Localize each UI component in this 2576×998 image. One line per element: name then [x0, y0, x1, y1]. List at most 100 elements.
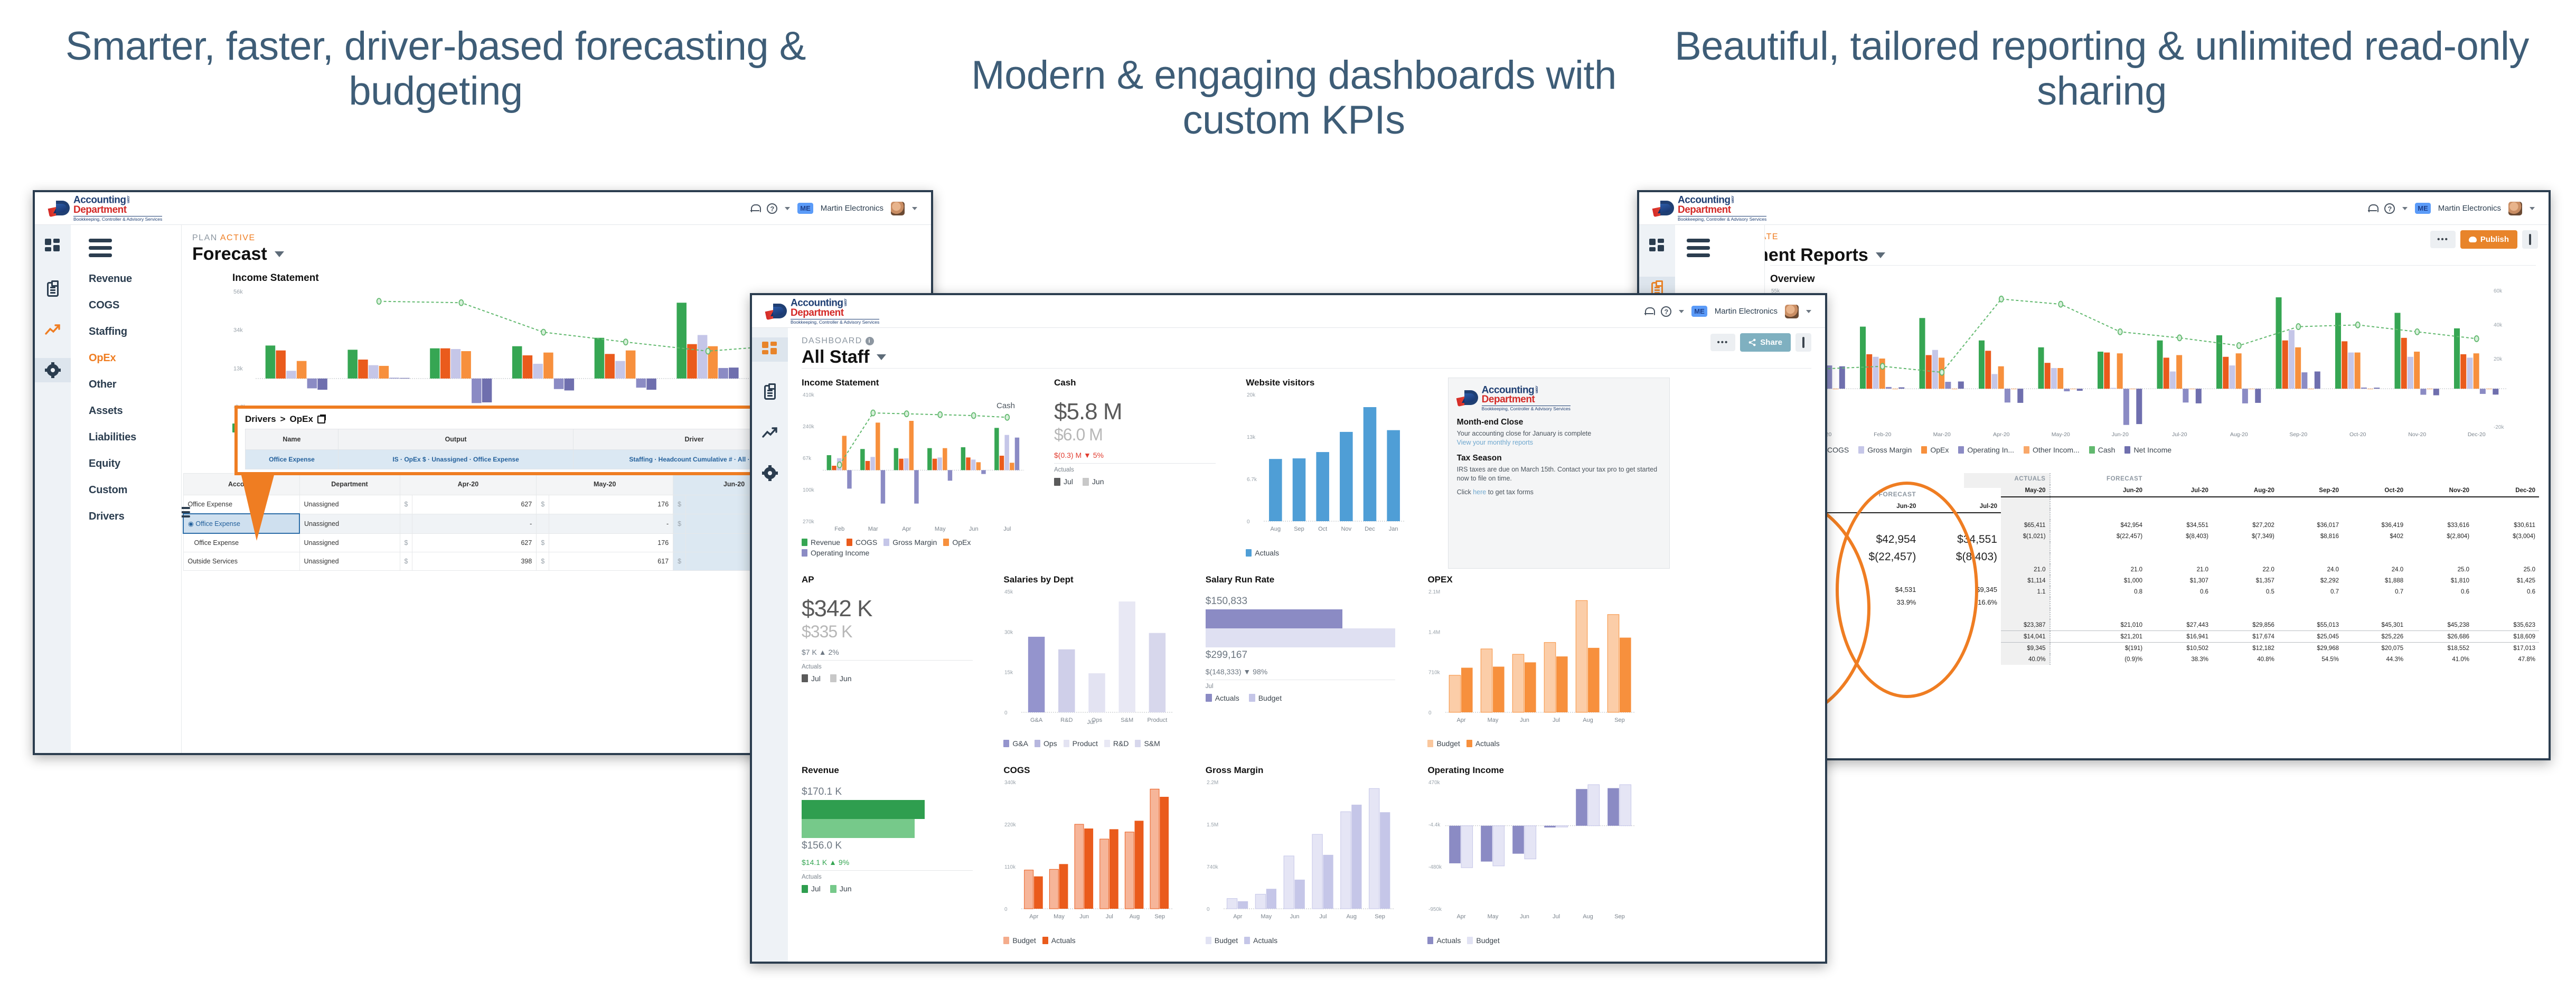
report-cell[interactable]: 0.6: [2407, 586, 2473, 597]
report-cell[interactable]: $29,968: [2278, 643, 2343, 654]
report-cell[interactable]: $18,609: [2473, 630, 2539, 643]
chevron-down-icon[interactable]: [1679, 309, 1685, 313]
report-cell[interactable]: 0.5: [2212, 586, 2278, 597]
cell-account[interactable]: Outside Services: [183, 552, 300, 571]
report-cell[interactable]: $20,075: [2343, 643, 2407, 654]
report-cell[interactable]: $2,292: [2278, 575, 2343, 586]
sidebar-item-reports[interactable]: [752, 422, 788, 443]
external-link-icon[interactable]: [317, 414, 326, 423]
chevron-down-icon[interactable]: [2402, 206, 2408, 210]
report-cell[interactable]: 0.6: [2473, 586, 2539, 597]
report-cell[interactable]: $1,307: [2146, 575, 2212, 586]
report-col-sep-20[interactable]: Sep-20: [2278, 485, 2343, 497]
cell-may[interactable]: 176: [549, 495, 674, 514]
report-cell[interactable]: $12,182: [2212, 643, 2278, 654]
report-cell[interactable]: $25,045: [2278, 630, 2343, 643]
cell-apr[interactable]: -: [412, 513, 537, 534]
report-cell[interactable]: $(2,804): [2407, 531, 2473, 542]
report-cell[interactable]: $(22,457): [2049, 531, 2147, 542]
sidebar-item-settings[interactable]: [35, 358, 71, 382]
chevron-down-icon[interactable]: [877, 354, 887, 360]
zoom-col-jul-20[interactable]: Jul-20: [1920, 501, 2001, 513]
zoom-col-jun-20[interactable]: Jun-20: [1828, 501, 1920, 513]
zoom-cell[interactable]: $(22,457): [1828, 548, 1920, 566]
report-cell[interactable]: 21.0: [2146, 564, 2212, 575]
chevron-down-icon[interactable]: [785, 206, 791, 210]
report-cell[interactable]: 25.0: [2407, 564, 2473, 575]
report-cell[interactable]: $33,616: [2407, 520, 2473, 531]
report-cell[interactable]: $(191): [2049, 642, 2147, 654]
report-cell[interactable]: $1,357: [2212, 575, 2278, 586]
report-cell[interactable]: 21.0: [2049, 564, 2147, 575]
report-col-dec-20[interactable]: Dec-20: [2473, 485, 2539, 497]
report-cell[interactable]: $(3,004): [2473, 531, 2539, 542]
bell-icon[interactable]: [2368, 203, 2379, 213]
report-cell[interactable]: $1,425: [2473, 575, 2539, 586]
sidebar-item-dashboard[interactable]: [35, 234, 71, 259]
report-cell[interactable]: $21,201: [2049, 630, 2147, 643]
zoom-cell-gmp[interactable]: 33.9%: [1828, 596, 1920, 608]
driver-output[interactable]: IS · OpEx $ · Unassigned · Office Expens…: [337, 449, 574, 469]
nav-item-cogs[interactable]: COGS: [89, 299, 181, 312]
cell-may[interactable]: 617: [549, 552, 674, 571]
account-chevron-down-icon[interactable]: [912, 206, 917, 210]
report-cell[interactable]: $25,226: [2343, 630, 2408, 643]
zoom-cell-gmp[interactable]: 16.6%: [1920, 596, 2001, 608]
nav-item-drivers[interactable]: Drivers: [89, 511, 181, 523]
account-chevron-down-icon[interactable]: [1806, 309, 1811, 313]
sidebar-item-plans[interactable]: [752, 380, 788, 404]
report-cell[interactable]: 22.0: [2212, 564, 2278, 575]
report-cell[interactable]: 24.0: [2343, 564, 2407, 575]
breadcrumb-root[interactable]: Drivers: [245, 414, 276, 425]
publish-button[interactable]: Publish: [2460, 230, 2517, 249]
cell-apr[interactable]: 627: [412, 495, 537, 514]
chevron-down-icon[interactable]: [1875, 252, 1885, 258]
report-cell[interactable]: $17,674: [2212, 630, 2278, 643]
report-cell[interactable]: $16,941: [2146, 630, 2212, 643]
report-cell[interactable]: $55,013: [2278, 619, 2343, 631]
question-mark-icon[interactable]: ?: [767, 203, 778, 214]
more-options-button[interactable]: •••: [2430, 231, 2456, 248]
report-cell[interactable]: 0.8: [2049, 586, 2147, 597]
report-cell[interactable]: $36,017: [2278, 520, 2343, 531]
zoom-cell-gm[interactable]: $4,531: [1828, 583, 1920, 596]
nav-item-equity[interactable]: Equity: [89, 458, 181, 470]
report-cell[interactable]: $1,000: [2049, 575, 2147, 586]
question-mark-icon[interactable]: ?: [2384, 203, 2395, 214]
breadcrumb-leaf[interactable]: OpEx: [290, 414, 313, 425]
report-cell[interactable]: $45,238: [2407, 619, 2474, 631]
report-cell[interactable]: $35,623: [2473, 619, 2539, 631]
avatar[interactable]: [891, 201, 905, 215]
zoom-cell[interactable]: $34,551: [1920, 531, 2001, 548]
share-button[interactable]: Share: [1740, 333, 1791, 352]
chevron-down-icon[interactable]: [274, 251, 284, 257]
nav-item-liabilities[interactable]: Liabilities: [89, 431, 181, 444]
avatar[interactable]: [2508, 201, 2522, 215]
report-cell[interactable]: $8,816: [2278, 531, 2343, 542]
avatar[interactable]: [1785, 304, 1799, 318]
report-cell[interactable]: $(7,349): [2212, 531, 2278, 542]
report-cell[interactable]: $1,810: [2407, 575, 2473, 586]
nav-item-other[interactable]: Other: [89, 379, 181, 391]
bell-icon[interactable]: [750, 203, 761, 213]
report-cell[interactable]: 38.3%: [2146, 654, 2212, 665]
sidebar-item-dashboard[interactable]: [1639, 234, 1675, 259]
zoom-cell[interactable]: $42,954: [1828, 531, 1920, 548]
report-cell[interactable]: 40.8%: [2212, 654, 2278, 665]
report-cell[interactable]: $29,856: [2212, 619, 2278, 631]
nav-item-assets[interactable]: Assets: [89, 405, 181, 417]
report-cell[interactable]: $27,443: [2146, 619, 2212, 631]
comment-button[interactable]: [1795, 333, 1811, 352]
report-cell[interactable]: 44.3%: [2343, 654, 2407, 665]
zoom-cell-gm[interactable]: $9,345: [1920, 583, 2001, 596]
cell-may[interactable]: -: [549, 513, 674, 534]
report-col-jul-20[interactable]: Jul-20: [2146, 485, 2212, 497]
driver-name[interactable]: Office Expense: [245, 449, 339, 469]
report-cell[interactable]: $34,551: [2146, 520, 2212, 531]
report-cell[interactable]: $18,552: [2407, 643, 2473, 654]
report-col-aug-20[interactable]: Aug-20: [2212, 485, 2278, 497]
report-cell[interactable]: 54.5%: [2278, 654, 2343, 665]
nav-item-staffing[interactable]: Staffing: [89, 326, 181, 338]
info-icon[interactable]: i: [865, 337, 874, 345]
cell-may[interactable]: 176: [549, 533, 674, 552]
